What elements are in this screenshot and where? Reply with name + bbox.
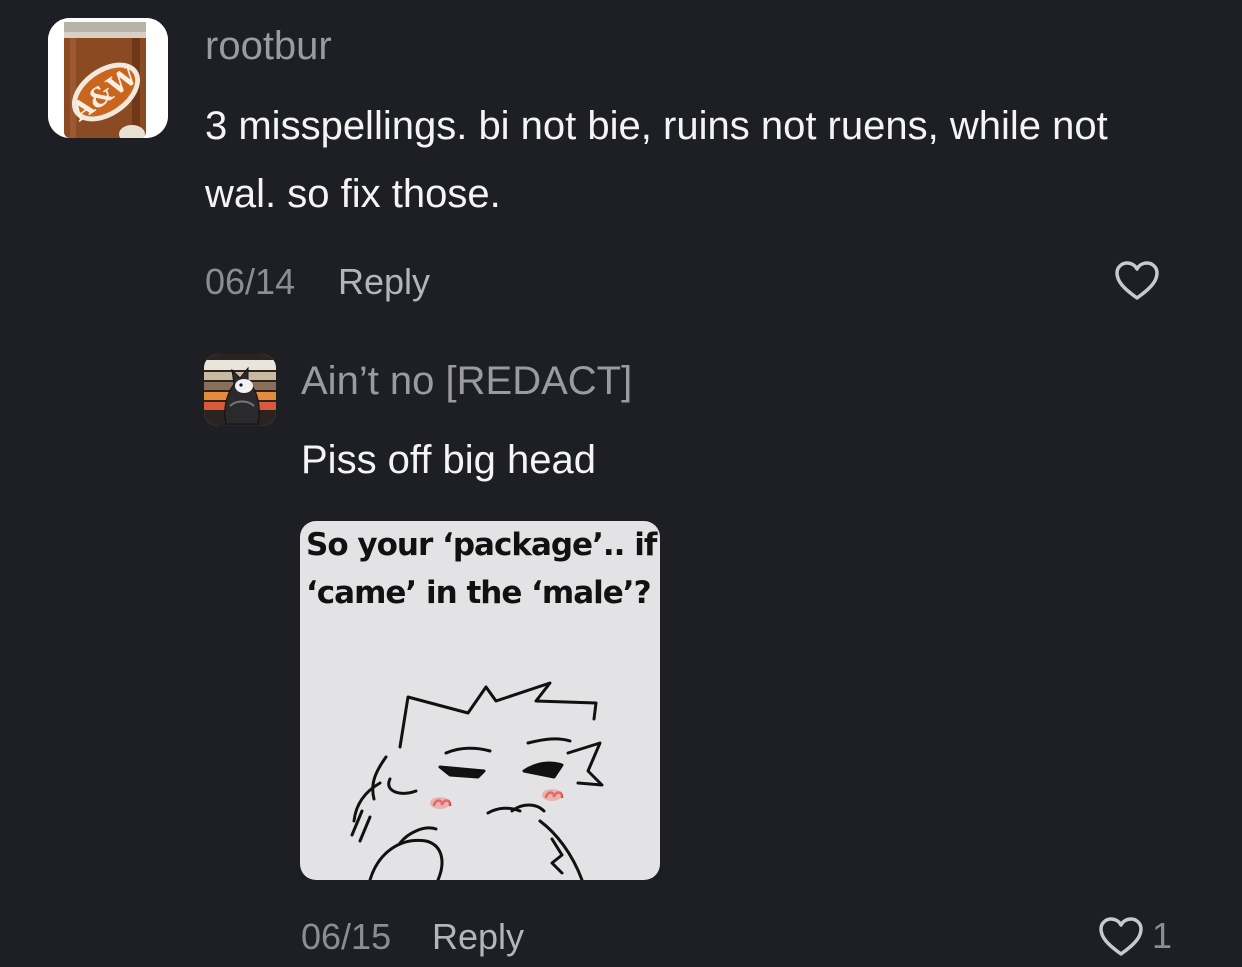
comment-username[interactable]: rootbur xyxy=(205,22,332,70)
cartoon-sketch-illustration xyxy=(350,681,604,880)
heart-icon xyxy=(1115,261,1159,300)
reply-to-reply-button[interactable]: Reply xyxy=(432,917,524,957)
comment-text: 3 misspellings. bi not bie, ruins not ru… xyxy=(205,104,1108,216)
reply-date: 06/15 xyxy=(301,916,392,957)
reply-username[interactable]: Ain’t no [REDACT] xyxy=(301,358,632,404)
heart-icon xyxy=(1099,917,1143,956)
reply-like-button[interactable] xyxy=(1099,917,1143,957)
aw-root-beer-can-icon: A&W xyxy=(48,18,168,138)
comment-thread: A&W rootbur 3 misspellings. bi not bie, … xyxy=(0,0,1242,967)
like-count: 1 xyxy=(1152,915,1173,956)
cartoon-character-avatar-icon xyxy=(204,354,276,426)
reply-text: Piss off big head xyxy=(301,438,597,482)
like-button[interactable] xyxy=(1115,261,1159,301)
attached-image[interactable]: So your ‘package’.. if ‘came’ in the ‘ma… xyxy=(300,521,660,880)
reply-user-avatar[interactable] xyxy=(204,354,276,426)
user-avatar[interactable]: A&W xyxy=(48,18,168,138)
reply-button[interactable]: Reply xyxy=(338,262,430,302)
comment-date: 06/14 xyxy=(205,261,296,302)
